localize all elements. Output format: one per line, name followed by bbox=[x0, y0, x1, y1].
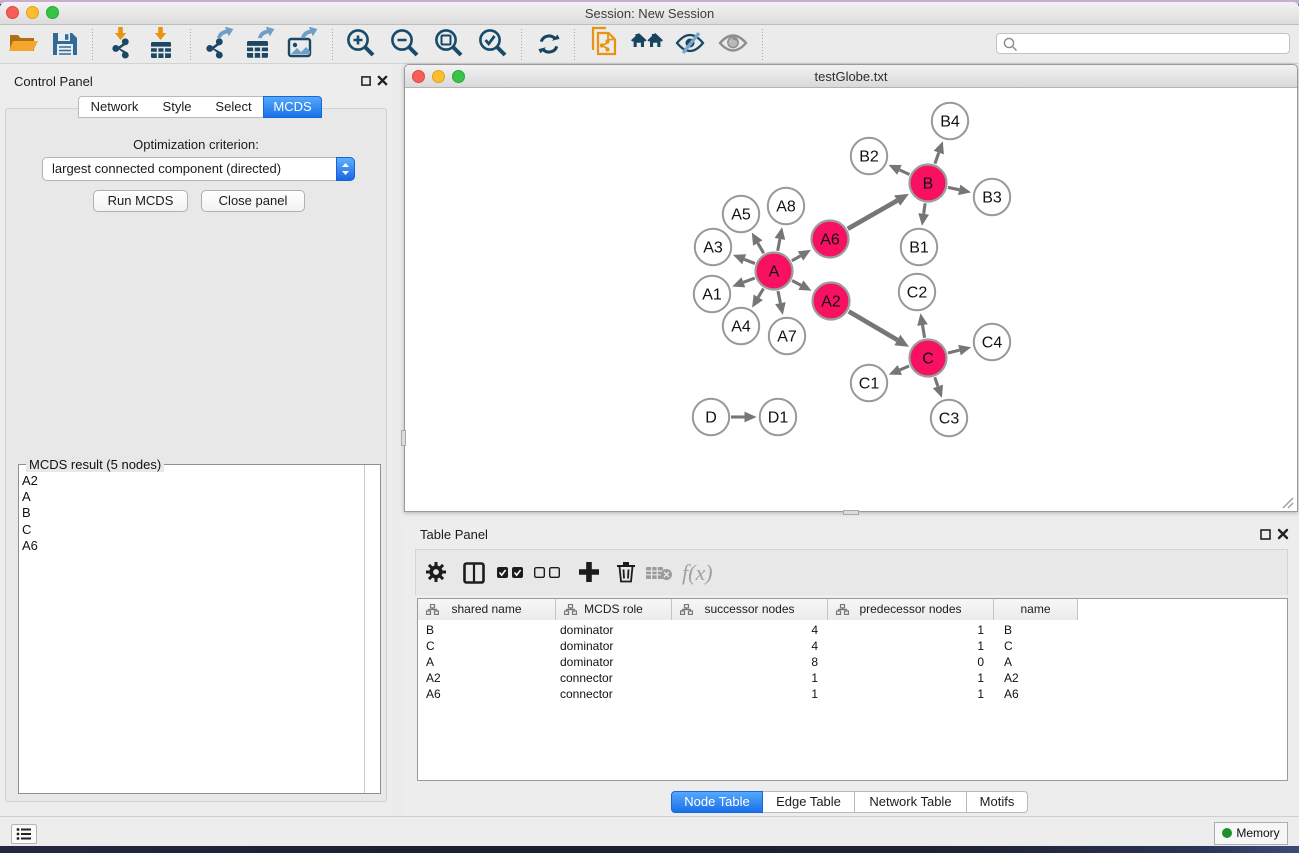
svg-text:C1: C1 bbox=[859, 376, 880, 393]
svg-text:B: B bbox=[923, 176, 934, 193]
svg-text:B4: B4 bbox=[940, 114, 960, 131]
svg-text:A6: A6 bbox=[820, 232, 840, 249]
svg-text:D1: D1 bbox=[768, 410, 789, 427]
svg-text:C2: C2 bbox=[907, 285, 928, 302]
svg-text:A1: A1 bbox=[702, 287, 722, 304]
svg-text:A4: A4 bbox=[731, 319, 751, 336]
svg-text:A: A bbox=[769, 264, 780, 281]
svg-text:A8: A8 bbox=[776, 199, 796, 216]
svg-text:D: D bbox=[705, 410, 717, 427]
svg-text:C3: C3 bbox=[939, 411, 960, 428]
svg-text:A2: A2 bbox=[821, 294, 841, 311]
svg-text:C4: C4 bbox=[982, 335, 1003, 352]
svg-text:B2: B2 bbox=[859, 149, 879, 166]
svg-text:B3: B3 bbox=[982, 190, 1002, 207]
svg-text:C: C bbox=[922, 351, 934, 368]
svg-text:B1: B1 bbox=[909, 240, 929, 257]
svg-text:A3: A3 bbox=[703, 240, 723, 257]
svg-text:A5: A5 bbox=[731, 207, 751, 224]
svg-text:A7: A7 bbox=[777, 329, 797, 346]
